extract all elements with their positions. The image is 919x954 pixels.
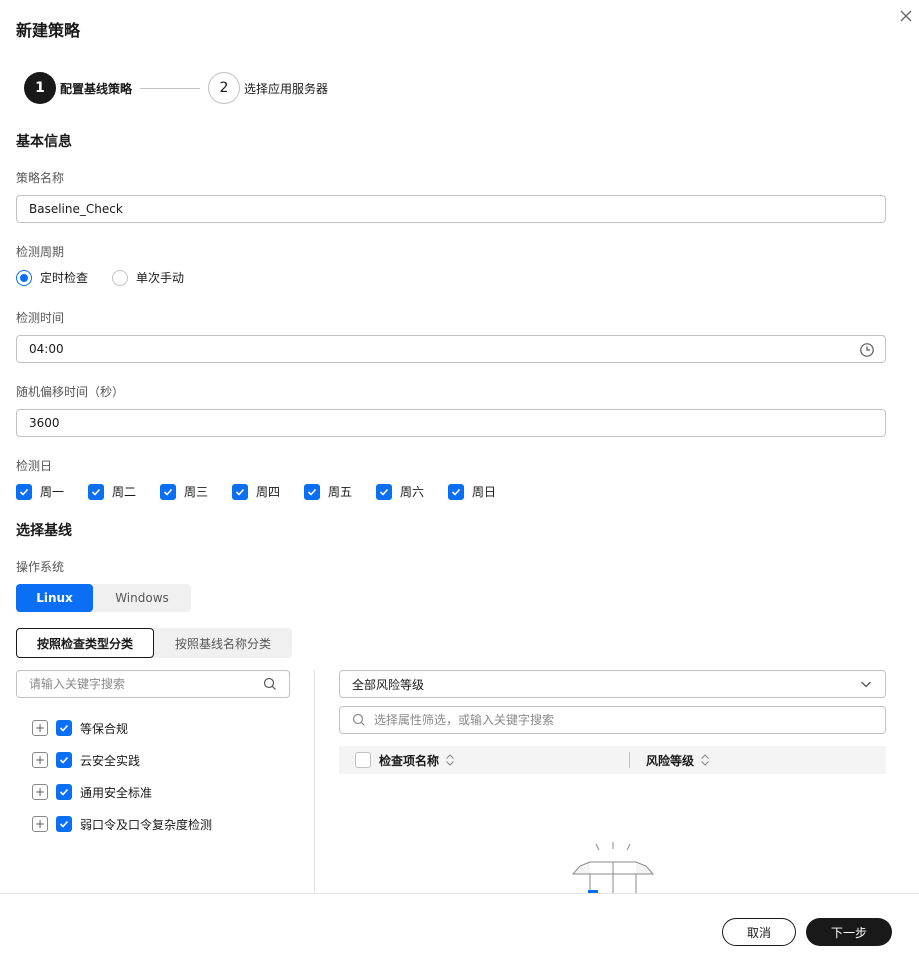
checkbox-checked-icon[interactable] xyxy=(56,784,72,800)
check-items-table-header: 检查项名称 风险等级 xyxy=(339,746,886,774)
day-label: 周一 xyxy=(40,485,65,499)
right-search-box xyxy=(339,706,886,734)
sort-icon[interactable] xyxy=(445,753,455,767)
policy-name-input[interactable]: Baseline_Check xyxy=(16,195,886,223)
os-windows-button[interactable]: Windows xyxy=(93,584,191,612)
baseline-tree: + 等保合规 + 云安全实践 + 通用安全标准 + 弱口令及口令复杂度检测 xyxy=(32,712,212,840)
cancel-button[interactable]: 取消 xyxy=(722,918,796,946)
tree-item-label: 等保合规 xyxy=(80,721,129,736)
day-label: 周五 xyxy=(328,485,353,499)
days-label: 检测日 xyxy=(16,459,53,473)
checkbox-checked-icon xyxy=(16,483,32,500)
search-icon xyxy=(352,713,365,726)
tree-item-label: 弱口令及口令复杂度检测 xyxy=(80,817,213,832)
day-label: 周四 xyxy=(256,485,281,499)
tree-item[interactable]: + 弱口令及口令复杂度检测 xyxy=(32,808,212,840)
tree-item-label: 云安全实践 xyxy=(80,753,141,768)
step-connector xyxy=(140,87,201,89)
expand-plus-icon[interactable]: + xyxy=(32,720,48,736)
os-linux-button[interactable]: Linux xyxy=(16,584,93,612)
left-search-input[interactable] xyxy=(29,677,263,691)
radio-manual-label: 单次手动 xyxy=(136,271,185,285)
day-checkbox-tue[interactable]: 周二 xyxy=(88,483,160,500)
cycle-radio-group: 定时检查 单次手动 xyxy=(16,269,208,286)
radio-dot-unchecked xyxy=(112,269,129,286)
section-select-baseline: 选择基线 xyxy=(16,523,72,539)
checkbox-checked-icon xyxy=(160,483,176,500)
search-icon[interactable] xyxy=(263,677,277,691)
offset-label: 随机偏移时间（秒） xyxy=(16,385,125,399)
cycle-label: 检测周期 xyxy=(16,245,65,259)
left-search-box xyxy=(16,670,290,698)
os-label: 操作系统 xyxy=(16,560,65,574)
column-label: 风险等级 xyxy=(646,753,695,768)
expand-plus-icon[interactable]: + xyxy=(32,816,48,832)
day-label: 周日 xyxy=(472,485,497,499)
tab-by-check-type[interactable]: 按照检查类型分类 xyxy=(16,628,154,658)
time-picker[interactable]: 04:00 xyxy=(16,335,886,363)
category-toggle: 按照检查类型分类 按照基线名称分类 xyxy=(16,628,292,658)
tree-item-label: 通用安全标准 xyxy=(80,785,153,800)
step-2-label: 选择应用服务器 xyxy=(244,81,329,96)
policy-name-value: Baseline_Check xyxy=(29,202,123,216)
day-checkbox-fri[interactable]: 周五 xyxy=(304,483,376,500)
radio-scheduled[interactable]: 定时检查 xyxy=(16,269,88,286)
radio-dot-checked xyxy=(16,269,32,286)
step-1-circle: 1 xyxy=(24,72,56,104)
checkbox-checked-icon[interactable] xyxy=(56,816,72,832)
empty-box-icon xyxy=(571,842,655,894)
next-step-button[interactable]: 下一步 xyxy=(806,918,892,946)
clock-icon[interactable] xyxy=(859,342,875,358)
day-checkbox-sun[interactable]: 周日 xyxy=(448,483,520,500)
tab-by-baseline-name[interactable]: 按照基线名称分类 xyxy=(154,628,292,658)
column-divider xyxy=(629,752,630,768)
day-checkbox-thu[interactable]: 周四 xyxy=(232,483,304,500)
step-1-label: 配置基线策略 xyxy=(60,81,133,96)
dialog-footer: 取消 下一步 xyxy=(0,893,919,954)
os-toggle: Linux Windows xyxy=(16,584,191,612)
column-risk-level[interactable]: 风险等级 xyxy=(646,752,710,769)
dialog-title: 新建策略 xyxy=(16,21,81,40)
offset-input[interactable]: 3600 xyxy=(16,409,886,437)
day-checkbox-sat[interactable]: 周六 xyxy=(376,483,448,500)
close-icon[interactable] xyxy=(898,8,914,24)
select-all-checkbox[interactable] xyxy=(355,752,371,768)
checkbox-checked-icon[interactable] xyxy=(56,720,72,736)
checkbox-checked-icon xyxy=(304,483,320,500)
section-basic-info: 基本信息 xyxy=(16,134,72,150)
time-label: 检测时间 xyxy=(16,311,65,325)
sort-icon[interactable] xyxy=(700,753,710,767)
panel-divider xyxy=(314,670,315,894)
checkbox-checked-icon xyxy=(232,483,248,500)
chevron-down-icon xyxy=(861,681,871,688)
risk-level-value: 全部风险等级 xyxy=(352,677,425,692)
days-checkbox-group: 周一 周二 周三 周四 周五 周六 周日 xyxy=(16,483,520,500)
checkbox-checked-icon xyxy=(88,483,104,500)
step-indicator: 1 配置基线策略 2 选择应用服务器 xyxy=(24,72,328,104)
radio-manual[interactable]: 单次手动 xyxy=(112,269,184,286)
time-value: 04:00 xyxy=(29,342,64,356)
offset-value: 3600 xyxy=(29,416,60,430)
checkbox-checked-icon[interactable] xyxy=(56,752,72,768)
step-2-circle: 2 xyxy=(208,72,241,104)
checkbox-checked-icon xyxy=(376,483,392,500)
right-search-input[interactable] xyxy=(374,713,873,727)
checkbox-checked-icon xyxy=(448,483,464,500)
radio-scheduled-label: 定时检查 xyxy=(40,271,89,285)
day-checkbox-wed[interactable]: 周三 xyxy=(160,483,232,500)
column-check-item-name[interactable]: 检查项名称 xyxy=(379,752,629,769)
expand-plus-icon[interactable]: + xyxy=(32,752,48,768)
expand-plus-icon[interactable]: + xyxy=(32,784,48,800)
policy-name-label: 策略名称 xyxy=(16,171,65,185)
day-label: 周三 xyxy=(184,485,209,499)
tree-item[interactable]: + 等保合规 xyxy=(32,712,212,744)
risk-level-select[interactable]: 全部风险等级 xyxy=(339,670,886,698)
day-checkbox-mon[interactable]: 周一 xyxy=(16,483,88,500)
column-label: 检查项名称 xyxy=(379,753,440,768)
day-label: 周六 xyxy=(400,485,425,499)
tree-item[interactable]: + 云安全实践 xyxy=(32,744,212,776)
day-label: 周二 xyxy=(112,485,137,499)
tree-item[interactable]: + 通用安全标准 xyxy=(32,776,212,808)
